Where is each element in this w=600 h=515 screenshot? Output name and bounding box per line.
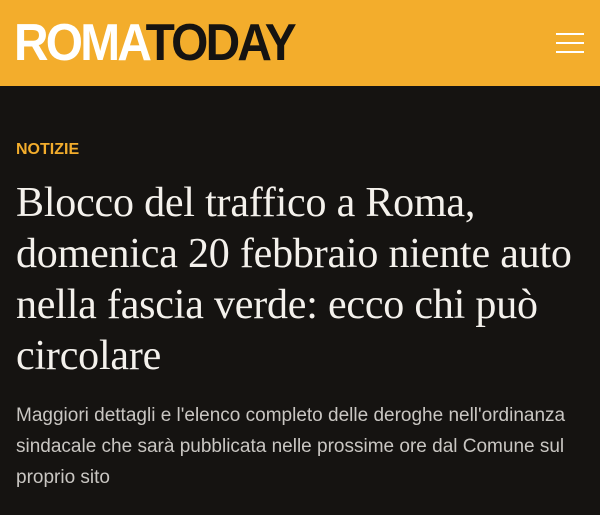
article-summary: Maggiori dettagli e l'elenco completo de… bbox=[16, 405, 566, 488]
logo-today-text: TODAY bbox=[145, 14, 297, 72]
logo-roma-text: ROMA bbox=[14, 14, 148, 72]
site-header: ROMATODAY bbox=[0, 0, 600, 86]
site-logo[interactable]: ROMATODAY bbox=[14, 14, 297, 72]
article-headline: Blocco del traffico a Roma, domenica 20 … bbox=[16, 180, 572, 379]
article-header: NOTIZIE Blocco del traffico a Roma, dome… bbox=[0, 86, 600, 515]
category-link[interactable]: NOTIZIE bbox=[16, 140, 79, 160]
hamburger-menu-icon[interactable] bbox=[552, 30, 588, 56]
